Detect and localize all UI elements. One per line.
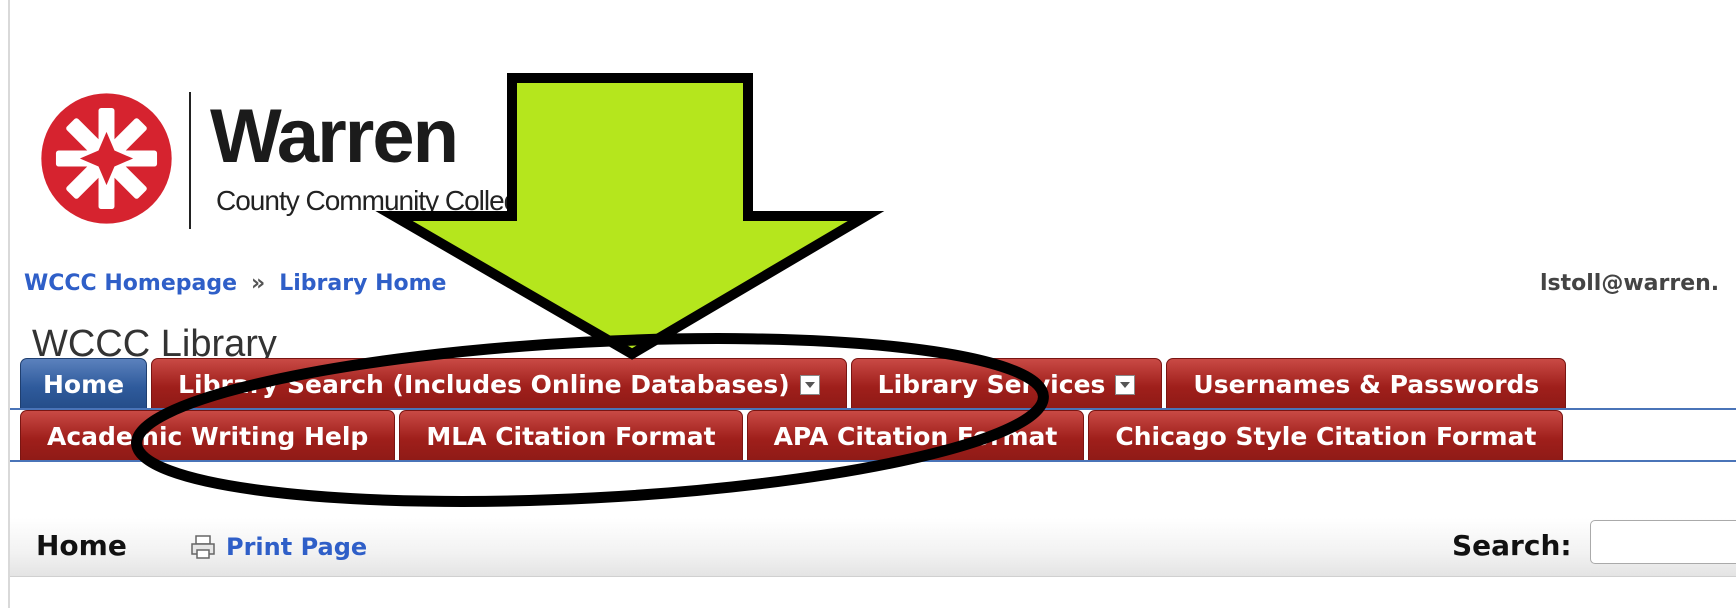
tab-library-search[interactable]: Library Search (Includes Online Database… <box>151 358 847 410</box>
college-logo <box>41 93 172 224</box>
tab-chicago-citation[interactable]: Chicago Style Citation Format <box>1088 410 1564 462</box>
tab-label: Chicago Style Citation Format <box>1115 422 1537 451</box>
breadcrumb: WCCC Homepage » Library Home <box>24 270 446 298</box>
tab-academic-writing-help[interactable]: Academic Writing Help <box>20 410 396 462</box>
search-label: Search: <box>1452 529 1572 562</box>
tab-row-primary: Home Library Search (Includes Online Dat… <box>20 354 1570 410</box>
logo-divider <box>189 92 191 229</box>
tab-apa-citation[interactable]: APA Citation Format <box>746 410 1085 462</box>
annotation-overlay <box>131 73 1049 507</box>
tab-library-services[interactable]: Library Services <box>850 358 1163 410</box>
tab-row-divider <box>10 460 1736 462</box>
print-page-link[interactable]: Print Page <box>190 528 367 566</box>
tab-row-secondary: Academic Writing Help MLA Citation Forma… <box>20 406 1567 462</box>
logo-name: Warren <box>210 94 459 179</box>
dropdown-arrow-icon[interactable] <box>1115 374 1136 395</box>
tab-label: Usernames & Passwords <box>1193 370 1540 399</box>
tab-label: Academic Writing Help <box>47 422 369 451</box>
breadcrumb-library-home[interactable]: Library Home <box>279 271 446 296</box>
tab-label: Library Services <box>877 370 1106 399</box>
print-page-label: Print Page <box>226 533 368 561</box>
tab-mla-citation[interactable]: MLA Citation Format <box>399 410 743 462</box>
breadcrumb-wccc-homepage[interactable]: WCCC Homepage <box>24 271 237 296</box>
current-page-label: Home <box>36 529 127 562</box>
logo-subtitle: County Community College <box>216 185 534 216</box>
printer-icon <box>191 535 215 559</box>
tab-label: Library Search (Includes Online Database… <box>178 370 790 399</box>
left-border <box>8 0 10 608</box>
tab-label: APA Citation Format <box>773 422 1058 451</box>
tab-label: Home <box>43 370 125 399</box>
user-email[interactable]: lstoll@warren. <box>1540 270 1719 298</box>
search-input[interactable] <box>1590 520 1736 564</box>
tab-home[interactable]: Home <box>20 358 148 410</box>
breadcrumb-separator: » <box>251 271 266 296</box>
dropdown-arrow-icon[interactable] <box>799 374 820 395</box>
tab-usernames-passwords[interactable]: Usernames & Passwords <box>1166 358 1567 410</box>
tab-label: MLA Citation Format <box>426 422 716 451</box>
